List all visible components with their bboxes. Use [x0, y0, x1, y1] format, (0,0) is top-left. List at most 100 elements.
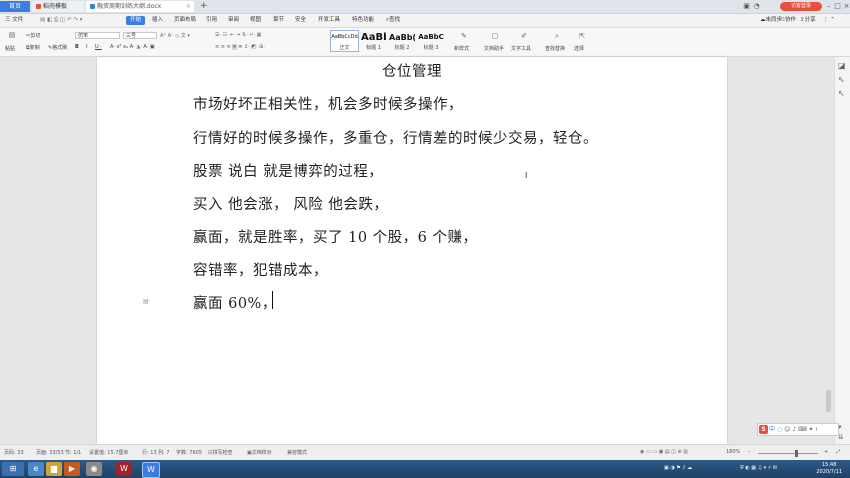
doc-check-button[interactable]: ▣文档校对 [247, 449, 272, 456]
font-size-select[interactable]: 三号 [123, 32, 157, 39]
window-layout-icon[interactable]: ▣ [742, 1, 751, 11]
find-replace-icon: ⌕ [555, 32, 559, 40]
align-icons[interactable]: ≡ ≡ ≡ ≣ ≣ ↕· ◩· ⊞· [215, 44, 265, 50]
list-icons[interactable]: ☰· ☷· ⇤ ⇥ ⇅· ↵· ▦ [215, 32, 261, 38]
underline-icon[interactable]: U · [95, 44, 102, 50]
collaborate-button[interactable]: ⚇协作 [780, 16, 796, 25]
maximize-icon[interactable]: □ [833, 1, 842, 11]
sidebar-style-icon[interactable]: ◪ [838, 61, 846, 70]
tab-template[interactable]: 稻壳模板 [32, 1, 84, 12]
more-icon[interactable]: ⋮ ⌃ [823, 16, 835, 25]
cut-button[interactable]: ✂剪切 [26, 32, 40, 39]
status-row: 行: 13 [142, 450, 157, 456]
menu-file[interactable]: 三 文件 [5, 16, 23, 25]
media-icon[interactable]: ▶ [64, 462, 80, 476]
menu-search[interactable]: ⌕查找 [386, 16, 400, 25]
menu-start[interactable]: 开始 [126, 16, 146, 25]
menu-view[interactable]: 视图 [250, 16, 261, 25]
style-heading-1-label: 标题 1 [366, 45, 381, 51]
style-heading-3-label: 标题 3 [423, 45, 439, 51]
menu-review[interactable]: 审阅 [228, 16, 239, 25]
style-heading-3[interactable]: AaBbC 标题 3 [417, 30, 445, 52]
ie-icon[interactable]: e [28, 462, 44, 476]
paragraph-handle-icon[interactable]: ▤· [143, 298, 151, 305]
format-painter-button[interactable]: ✎格式刷 [48, 44, 67, 51]
doc-assistant-button[interactable]: 文档助手 [484, 45, 504, 52]
strikethrough-icon[interactable]: A· x² x₂ A· ◮· A· ▣ [110, 44, 155, 50]
document-page[interactable] [97, 57, 727, 444]
menu-section[interactable]: 章节 [273, 16, 284, 25]
close-tab-icon[interactable]: × [186, 1, 191, 12]
share-button[interactable]: ⇪分享 [800, 16, 816, 25]
docer-icon [36, 4, 41, 9]
menu-developer[interactable]: 开发工具 [318, 16, 340, 25]
zoom-slider-knob[interactable] [795, 450, 798, 457]
quick-access-icons[interactable]: ▤ ◧ ⎙ ◫ ↶ ↷ ▾ [40, 16, 82, 25]
ime-tool-icons[interactable]: ◌ ☺ ♪ ⌨ ✦ ⁞ [777, 426, 817, 433]
font-size-adjust-icons[interactable]: A⁺ A⁻ ◇ 文 ▾ [160, 32, 190, 39]
sogou-logo-icon: S [759, 425, 768, 434]
bold-icon[interactable]: B [75, 44, 79, 50]
doc-check-label: 文档校对 [251, 450, 272, 456]
select-button[interactable]: 选择 [574, 45, 584, 52]
new-style-button[interactable]: 新样式 [454, 45, 469, 52]
doc-title: 仓位管理 [382, 64, 442, 80]
sidebar-select-icon[interactable]: ⇖ [838, 75, 845, 84]
paste-icon[interactable]: ▤ [8, 31, 16, 39]
vertical-scrollbar[interactable] [826, 390, 831, 412]
zoom-in-icon[interactable]: + [824, 449, 828, 455]
find-replace-button[interactable]: 查找替换 [545, 45, 565, 52]
style-heading-2-preview: AaBb( [389, 33, 415, 42]
app-icon[interactable]: ◉ [86, 462, 102, 476]
fit-page-icon[interactable]: ⤢ [836, 449, 840, 455]
copy-button[interactable]: ⧉复制 [26, 44, 40, 51]
italic-icon[interactable]: I [86, 44, 87, 50]
font-name-select[interactable]: 仿宋 [75, 32, 120, 39]
close-window-icon[interactable]: × [842, 1, 850, 11]
style-normal[interactable]: AaBbCcDd 正文 [330, 30, 359, 52]
text-caret [272, 291, 273, 309]
spell-check-button[interactable]: ☑拼写检查 [208, 449, 233, 456]
menu-features[interactable]: 特色功能 [352, 16, 374, 25]
minimize-icon[interactable]: – [824, 1, 833, 11]
menu-insert[interactable]: 插入 [152, 16, 163, 25]
sync-status[interactable]: ☁未同步 [760, 16, 782, 25]
word-doc-icon [90, 4, 95, 9]
share-label: 分享 [804, 17, 816, 23]
text-tools-button[interactable]: 文字工具 [511, 45, 531, 52]
new-tab-icon[interactable]: + [200, 0, 208, 12]
folder-icon[interactable]: ▆ [46, 462, 62, 476]
sidebar-pointer-icon[interactable]: ↖ [838, 89, 845, 98]
style-heading-1[interactable]: AaBb 标题 1 [360, 30, 387, 52]
status-compat: 兼容模式 [287, 450, 308, 456]
zoom-level[interactable]: 180% [726, 449, 740, 455]
menu-reference[interactable]: 引用 [206, 16, 217, 25]
zoom-slider[interactable] [758, 453, 818, 454]
taskbar-clock[interactable]: 15:48 2020/7/11 [816, 462, 842, 476]
wps-icon[interactable]: W [116, 462, 132, 476]
style-heading-1-preview: AaBb [361, 32, 386, 43]
tab-document-label: 融资周期训练大纲.docx [97, 3, 162, 10]
status-page: 页码: 33 [4, 450, 24, 456]
tab-template-label: 稻壳模板 [43, 3, 68, 10]
user-icon[interactable]: ◔ [752, 1, 761, 11]
menu-page-layout[interactable]: 页面布局 [174, 16, 196, 25]
view-mode-icons[interactable]: ◉ ▭ ▭ ▣ ▤ ◫ ⊕ ▥ [640, 449, 688, 455]
tab-document[interactable]: 融资周期训练大纲.docx × [86, 1, 194, 12]
style-normal-label: 正文 [339, 45, 350, 51]
start-icon[interactable]: ⊞ [2, 462, 24, 476]
zoom-out-icon[interactable]: – [748, 449, 751, 455]
login-button[interactable]: 访客登录 [780, 2, 822, 11]
menu-security[interactable]: 安全 [295, 16, 306, 25]
status-words[interactable]: 字数: 7605 [176, 449, 202, 456]
paste-button[interactable]: 粘贴 [5, 45, 15, 52]
title-tab-bar: 首页 稻壳模板 融资周期训练大纲.docx × + ▣ ◔ 访客登录 – □ × [0, 0, 850, 14]
ime-toolbar[interactable]: S中 ◌ ☺ ♪ ⌨ ✦ ⁞ [757, 423, 839, 436]
style-heading-2[interactable]: AaBb( 标题 2 [388, 30, 416, 52]
word-task-icon[interactable]: W [142, 462, 160, 478]
doc-line-4: 买入 他会涨， 风险 他会跌， [193, 197, 389, 213]
copy-label: 复制 [29, 45, 40, 51]
tray-network-icons[interactable]: ⛨ ◐ ▦ ♫ ▾ ⚡ ✉ [740, 465, 777, 471]
tray-icons[interactable]: ▣ ◑ ⚑ ♪ ☁ [664, 465, 692, 471]
tab-home[interactable]: 首页 [0, 1, 30, 12]
